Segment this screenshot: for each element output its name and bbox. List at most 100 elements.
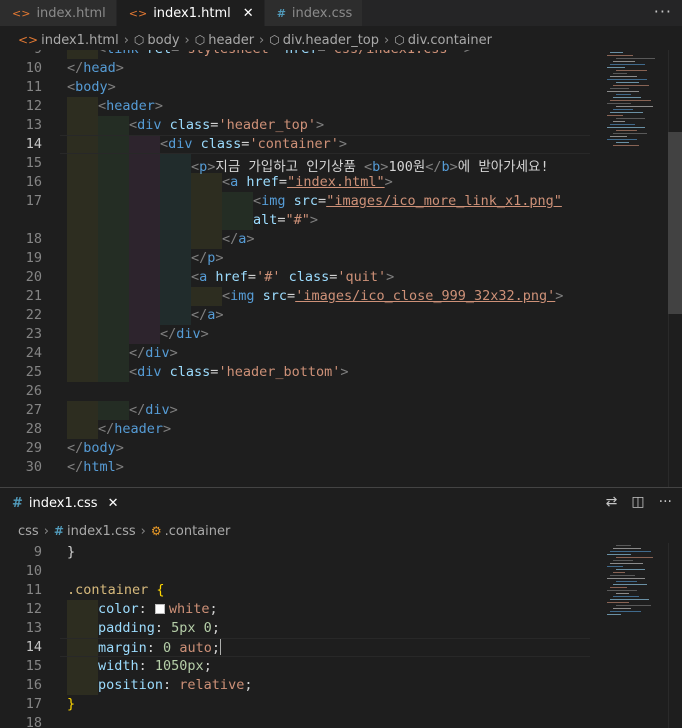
minimap-line xyxy=(616,94,631,95)
code-line[interactable]: position: relative; xyxy=(98,677,252,693)
minimap-line xyxy=(607,554,631,555)
code-line[interactable]: </div> xyxy=(160,326,209,342)
more-actions-icon[interactable]: ··· xyxy=(659,494,672,510)
indent-guide xyxy=(191,230,222,249)
breadcrumb-item[interactable]: .container xyxy=(165,524,231,539)
code-line[interactable]: color: white; xyxy=(98,601,218,617)
indent-guide xyxy=(98,230,129,249)
breadcrumb-item[interactable]: header xyxy=(208,33,254,48)
code-token: </ xyxy=(67,60,84,76)
minimap[interactable] xyxy=(607,52,655,172)
editor-actions: ⇄ ◫ ··· xyxy=(606,494,672,510)
code-token: > xyxy=(169,402,178,418)
code-line[interactable]: width: 1050px; xyxy=(98,658,212,674)
code-line[interactable]: margin: 0 auto; xyxy=(98,639,221,656)
code-line[interactable]: </header> xyxy=(98,421,171,437)
code-line[interactable]: <div class='header_top'> xyxy=(129,117,324,133)
tab-index-html[interactable]: <> index.html xyxy=(0,0,117,26)
code-token: rel xyxy=(147,50,171,57)
line-number: 20 xyxy=(25,269,42,285)
code-line[interactable]: <p>지금 가입하고 인기상품 <b>100원</b>에 받아가세요! xyxy=(191,155,549,175)
breadcrumb-item[interactable]: body xyxy=(147,33,179,48)
split-editor-header: # index1.css ✕ ⇄ ◫ ··· xyxy=(0,487,682,518)
line-number: 12 xyxy=(25,601,42,617)
html-editor[interactable]: 9<link rel="stylesheet" href="css/index1… xyxy=(0,50,682,487)
breadcrumb-item[interactable]: div.header_top xyxy=(283,33,379,48)
breadcrumb: css › # index1.css › ⚙ .container xyxy=(0,520,682,542)
indent-guide xyxy=(129,268,160,287)
code-token: white xyxy=(168,601,210,617)
code-line[interactable]: padding: 5px 0; xyxy=(98,620,220,636)
indent-guide xyxy=(129,325,160,344)
line-number: 24 xyxy=(25,345,42,361)
code-token: 'images/ico_close_999_32x32.png' xyxy=(295,288,556,304)
code-line[interactable]: <link rel="stylesheet" href="css/index1.… xyxy=(98,50,472,57)
code-line[interactable]: <body> xyxy=(67,79,116,95)
indent-guide xyxy=(67,657,98,676)
code-line[interactable]: </html> xyxy=(67,459,124,475)
line-number: 14 xyxy=(25,136,42,152)
code-line[interactable]: </p> xyxy=(191,250,224,266)
scrollbar-thumb[interactable] xyxy=(668,132,682,314)
compare-changes-icon[interactable]: ⇄ xyxy=(606,494,618,510)
code-line[interactable]: </head> xyxy=(67,60,124,76)
breadcrumb-item[interactable]: css xyxy=(18,524,39,539)
code-line[interactable]: <a href="index.html"> xyxy=(222,174,393,190)
code-line[interactable]: <img src='images/ico_close_999_32x32.png… xyxy=(222,288,563,304)
breadcrumb-item[interactable]: div.container xyxy=(408,33,492,48)
code-token: = xyxy=(318,50,326,57)
code-line[interactable]: <div class='container'> xyxy=(160,136,347,152)
code-line[interactable]: } xyxy=(67,544,75,560)
close-icon[interactable]: ✕ xyxy=(243,6,254,21)
html-file-icon: <> xyxy=(12,6,31,20)
close-icon[interactable]: ✕ xyxy=(108,496,119,511)
breadcrumb-item[interactable]: index1.html xyxy=(41,33,119,48)
code-token: = xyxy=(247,269,257,285)
chevron-right-icon: › xyxy=(123,32,129,48)
code-token: < xyxy=(67,79,76,95)
line-number: 10 xyxy=(25,563,42,579)
minimap[interactable] xyxy=(607,545,653,625)
code-token: "images/ico_more_link_x1.png" xyxy=(326,193,562,209)
chevron-right-icon: › xyxy=(184,32,190,48)
code-line[interactable]: alt="#"> xyxy=(253,212,318,228)
tab-index1-css[interactable]: # index1.css ✕ xyxy=(0,488,131,518)
split-editor-icon[interactable]: ◫ xyxy=(631,494,644,510)
code-line[interactable]: <div class='header_bottom'> xyxy=(129,364,349,380)
code-line[interactable]: .container { xyxy=(67,582,165,598)
minimap-line xyxy=(610,88,629,89)
code-token: < xyxy=(191,269,200,285)
code-token: > xyxy=(154,98,164,114)
code-line[interactable]: </a> xyxy=(191,307,224,323)
css-editor[interactable]: 9} 10 11 .container {12 color: white; 13 paddi… xyxy=(0,543,682,728)
color-swatch[interactable] xyxy=(154,604,165,614)
code-line[interactable]: </a> xyxy=(222,231,255,247)
scrollbar[interactable] xyxy=(668,50,682,487)
code-token: ; xyxy=(244,677,253,693)
code-line[interactable]: <img src="images/ico_more_link_x1.png" xyxy=(253,193,562,209)
css-file-icon: # xyxy=(53,524,64,538)
code-line[interactable]: <header> xyxy=(98,98,163,114)
code-line[interactable]: } xyxy=(67,696,75,712)
code-line[interactable]: </div> xyxy=(129,345,178,361)
code-line[interactable]: </body> xyxy=(67,440,124,456)
code-token: </ xyxy=(191,250,208,266)
tab-label: index.css xyxy=(291,5,353,21)
tab-index-css[interactable]: # index.css xyxy=(264,0,364,26)
breadcrumb-item[interactable]: index1.css xyxy=(67,524,136,539)
minimap-line xyxy=(613,97,641,98)
more-actions-icon[interactable]: ··· xyxy=(654,2,672,21)
code-line[interactable]: <a href='#' class='quit'> xyxy=(191,269,394,285)
indent-guide xyxy=(67,50,98,59)
scrollbar[interactable] xyxy=(668,543,682,728)
indent-guide xyxy=(67,306,98,325)
code-line[interactable]: </div> xyxy=(129,402,178,418)
code-token: > xyxy=(215,307,224,323)
code-token: div xyxy=(176,326,201,342)
minimap-line xyxy=(610,52,623,53)
indent-guide xyxy=(129,249,160,268)
tab-index1-html[interactable]: <> index1.html ✕ xyxy=(116,0,265,26)
minimap-line xyxy=(610,76,637,77)
code-token: } xyxy=(67,544,76,560)
indent-guide xyxy=(129,287,160,306)
